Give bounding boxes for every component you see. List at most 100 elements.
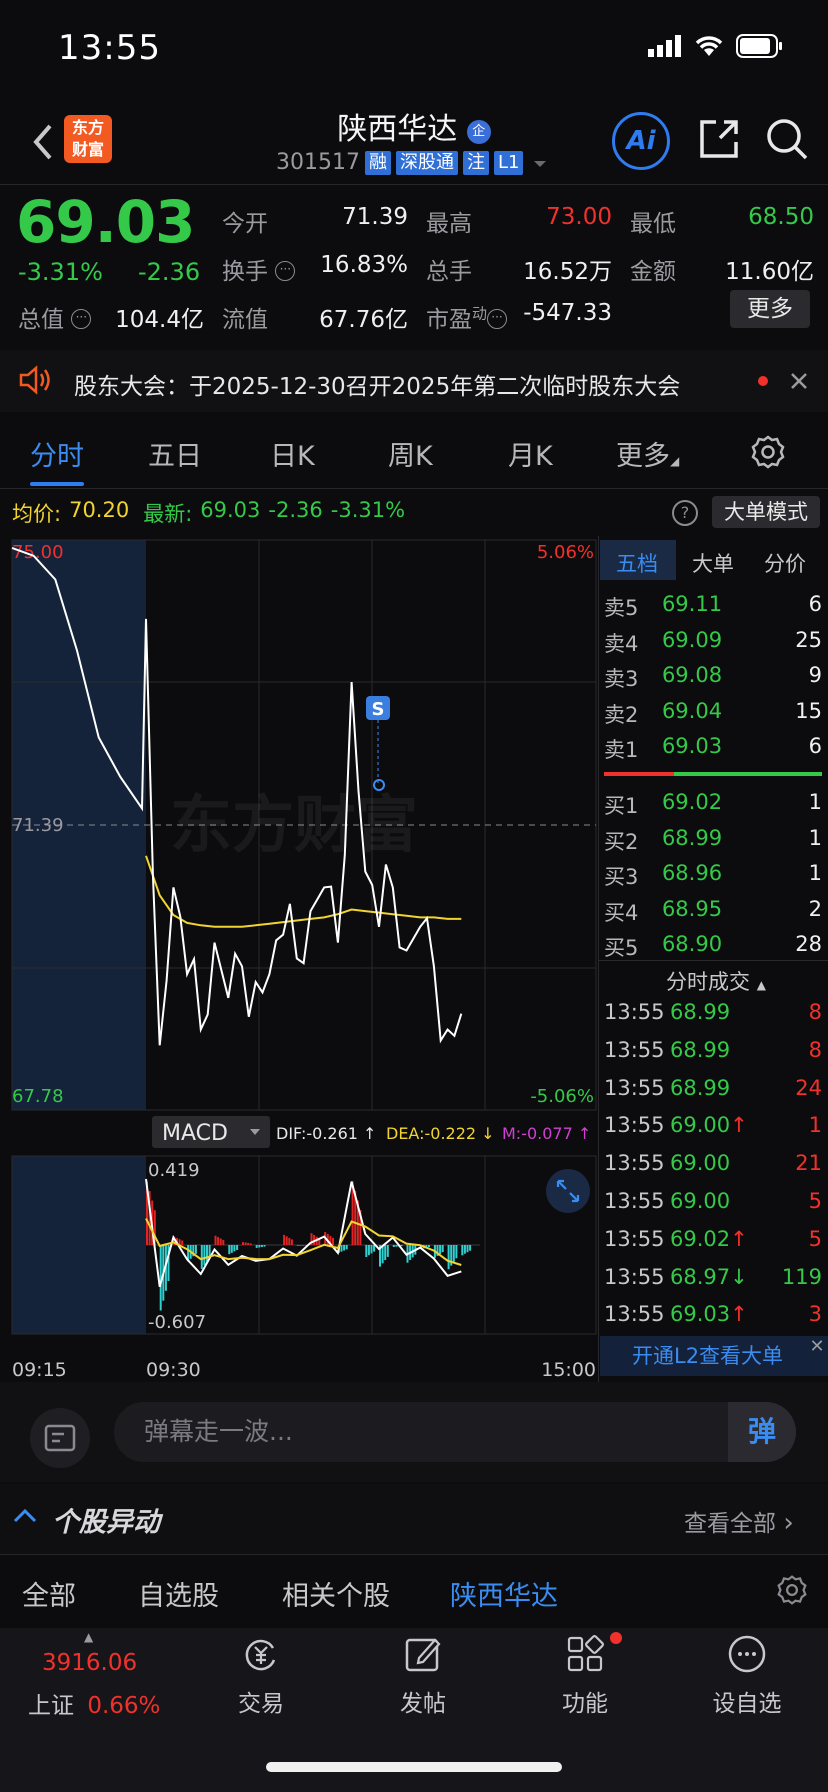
macd-bar: [400, 1245, 403, 1247]
macd-bar: [452, 1245, 455, 1262]
sub-tab-all[interactable]: 全部: [22, 1574, 76, 1613]
open-value: 71.39: [342, 204, 408, 230]
macd-bar: [370, 1245, 373, 1254]
view-all-link[interactable]: 查看全部 ›: [684, 1504, 794, 1538]
nav-add-watchlist[interactable]: 设自选: [692, 1634, 802, 1718]
amount-value: 11.60亿: [725, 259, 814, 285]
level-price: 69.09: [661, 627, 723, 652]
header-divider: [0, 184, 828, 185]
sub-tab-watchlist[interactable]: 自选股: [138, 1574, 219, 1613]
ob-tab-five-levels[interactable]: 五档: [616, 548, 658, 578]
close-icon[interactable]: ✕: [806, 1336, 828, 1358]
big-order-mode-button[interactable]: 大单模式: [712, 496, 820, 528]
change-value: -2.36: [138, 258, 201, 286]
trade-volume: 21: [795, 1151, 822, 1176]
bid-level-row[interactable]: 买4 68.95 2: [604, 897, 822, 932]
turnover-label[interactable]: 换手 ···: [222, 252, 296, 286]
info-icon[interactable]: ···: [275, 261, 296, 281]
trade-volume: 8: [808, 1037, 822, 1062]
sub-tab-current-stock[interactable]: 陕西华达: [450, 1574, 558, 1613]
mktcap-value: 104.4亿: [115, 307, 204, 333]
ask-level-row[interactable]: 卖4 69.09 25: [604, 628, 822, 663]
tag-shenzhen-connect: 深股通: [395, 150, 458, 175]
macd-bar: [461, 1245, 464, 1256]
chevron-up-icon[interactable]: [12, 1506, 38, 1526]
x-label-close: 15:00: [541, 1359, 596, 1381]
macd-bar: [441, 1245, 444, 1253]
notice-text[interactable]: 股东大会：于2025-12-30召开2025年第二次临时股东大会: [74, 367, 734, 401]
sub-tab-related[interactable]: 相关个股: [282, 1574, 390, 1613]
macd-bar: [233, 1245, 236, 1252]
settings-icon[interactable]: [750, 434, 786, 470]
intraday-chart[interactable]: 东方财富 75.00 71.39 67.78 5.06% -5.06% S MA…: [0, 536, 598, 1382]
ob-tab-big-orders[interactable]: 大单: [692, 548, 734, 578]
tag-registration: 注: [462, 150, 489, 175]
bid-level-row[interactable]: 买3 68.96 1: [604, 861, 822, 896]
level-volume: 2: [808, 896, 822, 921]
ask-level-row[interactable]: 卖1 69.03 6: [604, 734, 822, 769]
trade-row: 13:55 69.03↑ 3: [604, 1302, 822, 1340]
tab-daily-k[interactable]: 日K: [270, 434, 315, 473]
low-value: 68.50: [748, 204, 814, 230]
x-label-start: 09:15: [12, 1359, 67, 1381]
trade-time: 13:55: [604, 1264, 665, 1289]
more-button[interactable]: 更多: [730, 290, 810, 328]
info-icon[interactable]: ···: [487, 309, 508, 329]
trade-volume: 5: [808, 1189, 822, 1213]
pe-label[interactable]: 市盈动 ···: [426, 300, 508, 334]
mktcap-label[interactable]: 总值 ···: [18, 300, 92, 334]
search-icon[interactable]: [764, 116, 810, 162]
tabs-divider: [0, 488, 828, 489]
info-icon[interactable]: ···: [71, 309, 92, 329]
ask-level-row[interactable]: 卖3 69.08 9: [604, 663, 822, 698]
tab-five-day[interactable]: 五日: [148, 434, 202, 473]
tab-intraday[interactable]: 分时: [30, 434, 84, 473]
caret-down-icon[interactable]: [528, 153, 552, 173]
bid-level-row[interactable]: 买1 69.02 1: [604, 790, 822, 825]
close-icon[interactable]: [788, 370, 810, 392]
macd-bar: [466, 1245, 469, 1253]
ai-button[interactable]: Ai: [612, 112, 670, 170]
macd-bar: [285, 1236, 288, 1245]
tag-level1: L1: [493, 150, 524, 175]
expand-icon[interactable]: [546, 1169, 590, 1213]
index-value[interactable]: 3916.06: [42, 1650, 137, 1676]
trade-volume: 1: [808, 1113, 822, 1138]
macd-bar: [345, 1245, 348, 1250]
macd-bar: [258, 1245, 261, 1248]
trade-volume: 119: [781, 1264, 822, 1289]
danmu-send-button[interactable]: 弹: [728, 1402, 796, 1462]
danmu-input[interactable]: 弹幕走一波...: [114, 1402, 796, 1462]
help-icon[interactable]: ?: [672, 500, 698, 526]
stock-code: 301517: [276, 150, 360, 175]
ask-level-row[interactable]: 卖2 69.04 15: [604, 699, 822, 734]
index-row[interactable]: 上证 0.66%: [28, 1686, 160, 1720]
turnover-value: 16.83%: [320, 252, 408, 278]
trade-volume: 8: [808, 1000, 822, 1024]
status-time: 13:55: [58, 28, 161, 68]
trade-row: 13:55 68.99 8: [604, 1000, 822, 1038]
ob-tab-price-dist[interactable]: 分价: [764, 548, 806, 578]
tab-monthly-k[interactable]: 月K: [508, 434, 553, 473]
bid-level-row[interactable]: 买5 68.90 28: [604, 932, 822, 967]
level-volume: 28: [795, 932, 822, 956]
nav-function[interactable]: 功能: [530, 1634, 640, 1718]
macd-bar: [302, 1245, 304, 1246]
open-l2-banner[interactable]: 开通L2查看大单: [600, 1336, 828, 1376]
macd-bar: [194, 1245, 197, 1254]
share-icon[interactable]: [696, 116, 742, 162]
macd-bar: [206, 1245, 208, 1262]
tab-more[interactable]: 更多◢: [616, 434, 679, 473]
comment-icon[interactable]: [30, 1408, 90, 1468]
nav-trade[interactable]: 交易: [206, 1634, 316, 1718]
notification-dot: [610, 1632, 622, 1644]
ask-level-row[interactable]: 卖5 69.11 6: [604, 592, 822, 627]
tab-weekly-k[interactable]: 周K: [388, 434, 433, 473]
bid-level-row[interactable]: 买2 68.99 1: [604, 826, 822, 861]
trade-time: 13:55: [604, 1151, 665, 1176]
nav-post[interactable]: 发帖: [368, 1634, 478, 1718]
float-cap-value: 67.76亿: [319, 307, 408, 333]
macd-bar: [249, 1243, 252, 1245]
trades-title[interactable]: 分时成交 ▲: [666, 966, 766, 996]
settings-icon[interactable]: [776, 1574, 808, 1606]
